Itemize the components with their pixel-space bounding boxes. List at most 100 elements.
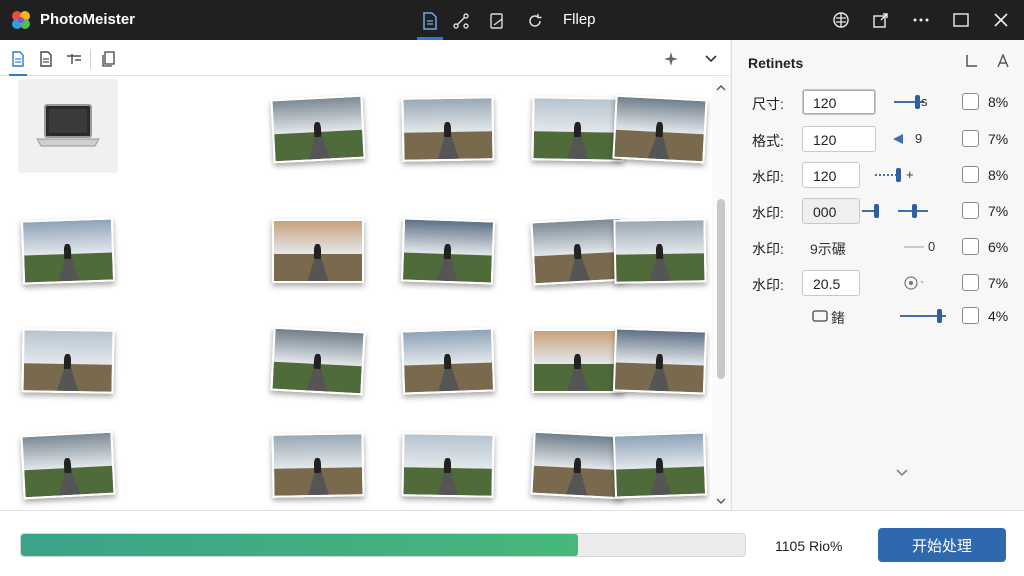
- stack-icon[interactable]: [98, 48, 120, 70]
- sparkle-icon[interactable]: [660, 48, 682, 70]
- thumbnail-photo[interactable]: [268, 213, 368, 289]
- thumbnail-photo[interactable]: [268, 427, 368, 503]
- thumbnail-photo[interactable]: [610, 427, 710, 503]
- watermark-input-4[interactable]: 20.5: [802, 270, 860, 296]
- size-checkbox[interactable]: [962, 93, 979, 110]
- arrow-left-icon[interactable]: [892, 133, 904, 145]
- edit-page-icon[interactable]: [484, 8, 510, 34]
- setting-row-watermark-1: 水印: 120 + 8%: [732, 160, 1024, 190]
- watermark-slider-knob-1[interactable]: [896, 168, 901, 182]
- slider-value: s: [921, 94, 928, 109]
- thumbnail-photo[interactable]: [18, 323, 118, 399]
- photo-image: [401, 432, 495, 498]
- progress-text: 1105 Rio%: [775, 538, 843, 554]
- watermark-checkbox-3[interactable]: [962, 238, 979, 255]
- scroll-down-icon[interactable]: [715, 495, 727, 507]
- photo-image: [270, 94, 366, 164]
- setting-row-format: 格式: 120 9 7%: [732, 124, 1024, 154]
- photo-person: [314, 243, 321, 260]
- watermark-checkbox-4[interactable]: [962, 274, 979, 291]
- share-nodes-icon[interactable]: [448, 8, 474, 34]
- format-input[interactable]: 120: [802, 126, 876, 152]
- file-menu-label[interactable]: Fllep: [563, 11, 596, 28]
- photo-person: [574, 121, 581, 138]
- extra-slider-knob[interactable]: [937, 309, 942, 323]
- more-icon[interactable]: [908, 8, 934, 32]
- photo-person: [444, 243, 451, 260]
- brain-icon[interactable]: [828, 8, 854, 32]
- document-icon[interactable]: [417, 8, 443, 40]
- settings-panel: Retinets 尺寸: 120 s 8% 格式: 120 9 7% 水印: 1…: [731, 40, 1024, 510]
- rotate-icon[interactable]: [522, 8, 548, 34]
- photo-person: [444, 457, 451, 474]
- setting-row-watermark-4: 水印: 20.5 7%: [732, 268, 1024, 298]
- thumbnail-photo[interactable]: [398, 213, 498, 289]
- thumbnail-photo[interactable]: [610, 323, 710, 399]
- photo-person: [314, 457, 321, 474]
- thumbnail-photo[interactable]: [268, 323, 368, 399]
- thumbnail-photo[interactable]: [398, 91, 498, 167]
- app-logo-icon: [12, 11, 30, 29]
- photo-person: [64, 243, 71, 260]
- thumbnail-photo[interactable]: [398, 323, 498, 399]
- corner-icon[interactable]: [962, 52, 980, 70]
- photo-person: [444, 353, 451, 370]
- document-icon[interactable]: [7, 48, 29, 76]
- export-icon[interactable]: [868, 8, 894, 32]
- extra-checkbox[interactable]: [962, 307, 979, 324]
- photo-image: [20, 430, 116, 500]
- setting-label: 水印:: [752, 169, 784, 185]
- watermark-slider-track-1[interactable]: [875, 174, 897, 176]
- chevron-down-icon[interactable]: [894, 466, 910, 478]
- extra-label: 鍺: [831, 310, 845, 326]
- chevron-down-icon[interactable]: [700, 48, 722, 70]
- scrollbar-thumb[interactable]: [717, 199, 725, 379]
- setting-row-watermark-3: 水印: 9示碾 0 6%: [732, 232, 1024, 262]
- thumbnail-photo[interactable]: [398, 427, 498, 503]
- maximize-icon[interactable]: [948, 8, 974, 32]
- thumbnail-photo[interactable]: [610, 91, 710, 167]
- photo-person: [574, 457, 581, 474]
- photo-image: [272, 219, 364, 283]
- scroll-up-icon[interactable]: [715, 81, 727, 93]
- thumbnail-photo[interactable]: [610, 213, 710, 289]
- watermark-slider-track-3[interactable]: [904, 246, 924, 248]
- size-slider-knob[interactable]: [915, 95, 920, 109]
- gallery-toolbar: [0, 40, 730, 76]
- setting-label: 尺寸:: [752, 96, 784, 112]
- slider-value: 9: [915, 131, 923, 146]
- thumbnail-photo[interactable]: [268, 91, 368, 167]
- watermark-checkbox-1[interactable]: [962, 166, 979, 183]
- watermark-slider-knob-2a[interactable]: [874, 204, 879, 218]
- frame-icon: [812, 310, 828, 322]
- watermark-checkbox-2[interactable]: [962, 202, 979, 219]
- photo-person: [656, 353, 663, 370]
- thumbnail-photo[interactable]: [18, 213, 118, 289]
- photo-person: [444, 121, 451, 138]
- thumbnail-photo[interactable]: [18, 427, 118, 503]
- setting-row-watermark-2: 水印: 000 7%: [732, 196, 1024, 226]
- text-style-icon[interactable]: [994, 52, 1012, 70]
- watermark-slider-knob-2b[interactable]: [912, 204, 917, 218]
- close-icon[interactable]: [988, 8, 1014, 32]
- progress-fill: [21, 534, 579, 556]
- format-checkbox[interactable]: [962, 130, 979, 147]
- start-processing-button[interactable]: 开始处理: [878, 528, 1006, 562]
- sliders-icon[interactable]: [63, 48, 85, 70]
- gallery-scrollbar[interactable]: [712, 77, 730, 510]
- photo-person: [656, 121, 663, 138]
- size-input[interactable]: 120: [802, 89, 876, 115]
- status-bar: 1105 Rio% 开始处理: [0, 510, 1024, 576]
- thumbnail-laptop[interactable]: [18, 79, 118, 173]
- setting-label: 水印:: [752, 205, 784, 221]
- photo-image: [400, 217, 496, 285]
- setting-percent: 6%: [988, 239, 1009, 255]
- setting-row-size: 尺寸: 120 s 8%: [732, 87, 1024, 117]
- photo-person: [656, 243, 663, 260]
- watermark-input-1[interactable]: 120: [802, 162, 860, 188]
- watermark-input-2[interactable]: 000: [802, 198, 860, 224]
- target-icon[interactable]: [904, 276, 926, 290]
- photo-image: [612, 94, 708, 164]
- file-lines-icon[interactable]: [35, 48, 57, 70]
- setting-percent: 4%: [988, 308, 1009, 324]
